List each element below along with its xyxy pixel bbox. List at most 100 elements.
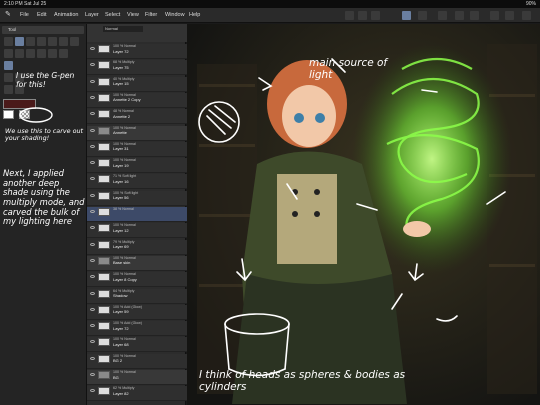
layer-blend-info: 100 % Normal: [113, 141, 136, 146]
toolbar-button-8[interactable]: [490, 11, 499, 20]
layer-row[interactable]: 100 % Normal Annette 2 Copy: [87, 92, 187, 108]
layer-name: Layer 72: [113, 325, 129, 331]
layer-thumbnail: [98, 126, 110, 135]
visibility-eye-icon[interactable]: [90, 161, 95, 165]
layer-blend-info: 48 % Normal: [113, 109, 134, 114]
layer-blend-info: 100 % Add (Glow): [113, 304, 142, 309]
visibility-eye-icon[interactable]: [90, 307, 95, 311]
visibility-eye-icon[interactable]: [90, 63, 95, 67]
layer-name: Layer 12: [113, 227, 129, 233]
menu-filter[interactable]: Filter: [145, 12, 157, 18]
visibility-eye-icon[interactable]: [90, 373, 95, 376]
layer-row[interactable]: 100 % Normal Layer 12: [87, 223, 187, 239]
toolbar-button-3[interactable]: [371, 11, 380, 20]
toolbar-button-2[interactable]: [358, 11, 367, 20]
layer-row[interactable]: 100 % Normal Layer 8 Copy: [87, 272, 187, 288]
visibility-eye-icon[interactable]: [90, 291, 95, 295]
layer-name: Layer 68: [113, 341, 129, 347]
visibility-eye-icon[interactable]: [90, 275, 95, 279]
menu-file[interactable]: File: [20, 12, 29, 18]
layer-row[interactable]: 100 % Soft light Layer 56: [87, 190, 187, 206]
layer-blend-info: 100 % Normal: [113, 92, 136, 97]
layer-row[interactable]: 79 % Multiply Layer 69: [87, 239, 187, 255]
visibility-eye-icon[interactable]: [90, 177, 95, 181]
app-window: 2:10 PM Sat Jul 25 90% ✎ File Edit Anima…: [0, 0, 540, 405]
toolbar-button-9[interactable]: [505, 11, 514, 20]
toolbar-button-1[interactable]: [345, 11, 354, 20]
layer-thumbnail: [98, 338, 110, 347]
toolbar-button-6[interactable]: [455, 11, 464, 20]
layer-blend-info: 100 % Normal: [113, 223, 136, 228]
layer-row[interactable]: 64 % Multiply Shadow: [87, 288, 187, 304]
layer-row[interactable]: 100 % Normal Layer 72: [87, 44, 187, 59]
menu-select[interactable]: Select: [105, 12, 120, 18]
visibility-eye-icon[interactable]: [90, 144, 95, 148]
layer-thumbnail: [98, 273, 110, 282]
visibility-eye-icon[interactable]: [90, 340, 95, 344]
layer-name: Layer 69: [113, 244, 129, 250]
layer-row[interactable]: 100 % Normal Layer 31: [87, 141, 187, 157]
swatch-circle-mark: [19, 107, 53, 123]
layer-row[interactable]: 48 % Normal Annette 2: [87, 109, 187, 125]
visibility-eye-icon[interactable]: [90, 112, 95, 116]
layer-blend-info: 100 % Normal: [113, 353, 136, 358]
layer-thumbnail: [98, 191, 110, 200]
layer-name: Layer 31: [113, 146, 129, 152]
pen-toggle-button[interactable]: [402, 11, 411, 20]
menu-layer[interactable]: Layer: [85, 12, 99, 18]
layer-thumbnail: [98, 175, 110, 184]
layer-row[interactable]: 100 % Add (Glow) Layer 59: [87, 304, 187, 320]
layer-name: Layer 16: [113, 178, 129, 184]
menu-window[interactable]: Window: [165, 12, 185, 18]
layer-folder-row[interactable]: 100 % Normal Annette: [87, 125, 187, 141]
visibility-eye-icon[interactable]: [90, 210, 95, 213]
visibility-eye-icon[interactable]: [90, 95, 95, 99]
layer-thumbnail: [98, 354, 110, 363]
blend-mode-select[interactable]: Normal: [103, 26, 143, 32]
toolbar-button-4[interactable]: [418, 11, 427, 20]
visibility-eye-icon[interactable]: [90, 193, 95, 197]
layer-folder-row[interactable]: 100 % Normal BG: [87, 370, 187, 385]
menu-edit[interactable]: Edit: [37, 12, 46, 18]
toolbar-button-10[interactable]: [522, 11, 531, 20]
layer-folder-row[interactable]: 100 % Normal Base skin: [87, 255, 187, 271]
menu-view[interactable]: View: [127, 12, 139, 18]
layer-row[interactable]: 40 % Multiply Layer 15: [87, 76, 187, 92]
canvas-artwork: [187, 24, 540, 405]
layer-name: Shadow: [113, 293, 128, 299]
layer-row[interactable]: 71 % Soft light Layer 16: [87, 174, 187, 190]
layer-row[interactable]: 100 % Normal BG 2: [87, 353, 187, 369]
layer-name: Annette: [113, 130, 127, 136]
menu-help[interactable]: Help: [189, 12, 200, 18]
layer-blend-info: 100 % Add (Glow): [113, 321, 142, 326]
visibility-eye-icon[interactable]: [90, 226, 95, 230]
visibility-eye-icon[interactable]: [90, 242, 95, 246]
visibility-eye-icon[interactable]: [90, 389, 95, 393]
layer-blend-info: 100 % Normal: [113, 125, 136, 130]
layer-row[interactable]: 62 % Multiply Layer 82: [87, 386, 187, 402]
visibility-eye-icon[interactable]: [90, 356, 95, 360]
visibility-eye-icon[interactable]: [90, 79, 95, 83]
drawing-canvas[interactable]: main source of light I think of heads as…: [187, 24, 540, 405]
layer-thumbnail: [98, 159, 110, 168]
layer-row[interactable]: 100 % Normal Layer 68: [87, 337, 187, 353]
app-menu-icon[interactable]: ✎: [5, 10, 11, 18]
layer-row[interactable]: 38 % Normal: [87, 207, 187, 222]
layer-row[interactable]: 100 % Normal Layer 19: [87, 158, 187, 174]
visibility-eye-icon[interactable]: [90, 128, 95, 132]
layer-panel-header: Normal: [87, 24, 187, 42]
toolbar-button-5[interactable]: [438, 11, 447, 20]
layer-name: Layer 75: [113, 64, 129, 70]
visibility-eye-icon[interactable]: [90, 47, 95, 50]
status-time: 2:10 PM Sat Jul 25: [4, 1, 47, 7]
layer-row[interactable]: 68 % Multiply Layer 75: [87, 60, 187, 76]
layer-blend-info: 68 % Multiply: [113, 60, 135, 65]
visibility-eye-icon[interactable]: [90, 258, 95, 262]
annotation-light-source: main source of light: [309, 57, 388, 82]
layer-row[interactable]: 100 % Add (Glow) Layer 72: [87, 321, 187, 337]
layer-thumbnail: [98, 371, 110, 379]
visibility-eye-icon[interactable]: [90, 324, 95, 328]
toolbar-button-7[interactable]: [470, 11, 479, 20]
layer-thumbnail: [98, 77, 110, 86]
menu-animation[interactable]: Animation: [54, 12, 78, 18]
